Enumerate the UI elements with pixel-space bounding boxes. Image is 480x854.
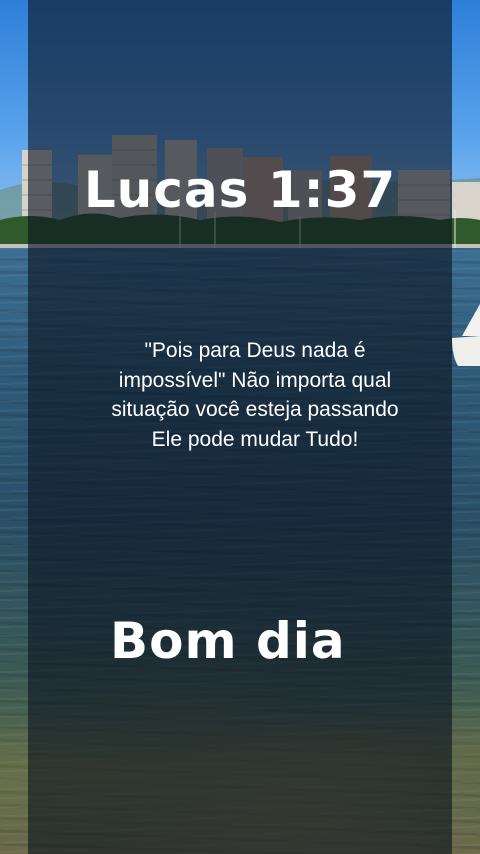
story-canvas[interactable]: Lucas 1:37 "Pois para Deus nada é imposs… (0, 0, 480, 854)
verse-text: "Pois para Deus nada é impossível" Não i… (111, 339, 399, 451)
white-boat (452, 304, 480, 366)
greeting-text: Bom dia (110, 612, 346, 670)
verse-reference: Lucas 1:37 (83, 161, 397, 219)
